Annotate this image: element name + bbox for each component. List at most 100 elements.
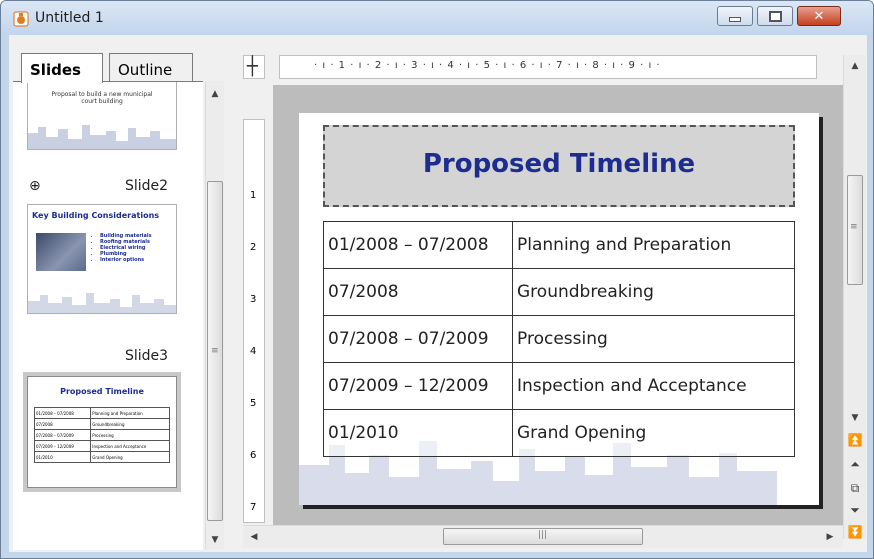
horizontal-ruler[interactable]: · ı · 1 · ı · 2 · ı · 3 · ı · 4 · ı · 5 … xyxy=(279,55,817,79)
app-window: Untitled 1 ✕ Slides Outline Proposal to … xyxy=(0,0,874,559)
tab-slides[interactable]: Slides xyxy=(21,53,103,83)
ruler-mark: 3 xyxy=(250,294,257,305)
table-cell: Grand Opening xyxy=(90,451,170,463)
table-cell: 07/2008 – 07/2009 xyxy=(33,429,92,441)
grip-icon: ≡ xyxy=(211,346,219,356)
ruler-mark: 5 xyxy=(483,60,491,71)
minimize-icon xyxy=(718,7,752,25)
grip-icon: ≡ xyxy=(850,222,858,232)
table-row: 01/2010 Grand Opening xyxy=(323,409,795,457)
ruler-mark: 8 xyxy=(592,60,600,71)
ruler-mark: 4 xyxy=(250,346,257,357)
table-cell: 07/2009 – 12/2009 xyxy=(33,440,92,452)
slide-thumbnail-1[interactable]: Proposal to build a new municipal court … xyxy=(27,82,177,150)
table-cell: 07/2008 xyxy=(33,418,92,430)
slide-2-icon: ⊕ xyxy=(29,178,41,194)
scroll-right-icon[interactable]: ▶ xyxy=(821,528,839,546)
slide-thumbnail-list: Proposal to build a new municipal court … xyxy=(13,81,203,550)
scroll-left-icon[interactable]: ◀ xyxy=(245,528,263,546)
table-cell: 01/2008 – 07/2008 xyxy=(33,407,92,419)
close-button[interactable]: ✕ xyxy=(797,6,841,26)
editor-horizontal-scrollbar[interactable]: ◀ ||| ▶ xyxy=(243,525,843,548)
slide-title: Proposed Timeline xyxy=(422,149,696,179)
slide-3-thumb-table: 01/2008 – 07/2008 Planning and Preparatio… xyxy=(33,407,170,463)
window-title: Untitled 1 xyxy=(35,10,104,26)
ruler-mark: 9 xyxy=(628,60,636,71)
next-slide-icon[interactable]: ⏷ xyxy=(846,501,864,519)
scroll-down-icon[interactable]: ▼ xyxy=(846,409,864,427)
maximize-button[interactable] xyxy=(757,6,793,26)
table-row: 07/2008 Groundbreaking xyxy=(323,268,795,316)
ruler-mark: 1 xyxy=(338,60,347,71)
skyline-image xyxy=(28,125,176,149)
slide-canvas[interactable]: Proposed Timeline 01/2008 – 07/2008 Plan… xyxy=(299,113,819,505)
table-cell-date[interactable]: 07/2008 xyxy=(323,268,513,316)
scroll-up-icon[interactable]: ▲ xyxy=(846,57,864,75)
ruler-mark: 3 xyxy=(411,60,419,71)
table-row: 01/2008 – 07/2008 Planning and Preparatio… xyxy=(33,407,170,419)
table-cell: 01/2010 xyxy=(33,451,92,463)
table-row: 07/2009 – 12/2009 Inspection and Acceptan… xyxy=(33,440,170,452)
tab-outline[interactable]: Outline xyxy=(109,53,193,83)
table-cell-date[interactable]: 01/2010 xyxy=(323,409,513,457)
slide-2-label: Slide2 xyxy=(125,178,169,194)
scroll-thumb[interactable]: ≡ xyxy=(847,175,863,285)
scroll-thumb[interactable]: ||| xyxy=(443,528,643,545)
close-icon: ✕ xyxy=(813,8,825,24)
panel-tabs: Slides Outline xyxy=(13,39,231,83)
tab-outline-label: Outline xyxy=(118,61,173,79)
crosshair-icon: ┼ xyxy=(247,56,258,77)
table-row: 07/2008 – 07/2009 Processing xyxy=(323,315,795,363)
scroll-thumb[interactable]: ≡ xyxy=(207,181,223,521)
editor-vertical-scrollbar[interactable]: ▲ ≡ ▼ ⏫ ⏶ ⧉ ⏷ ⏬ xyxy=(843,55,866,539)
ruler-mark: 6 xyxy=(519,60,528,71)
scroll-up-icon[interactable]: ▲ xyxy=(206,85,224,103)
table-row: 07/2008 Groundbreaking xyxy=(33,418,170,430)
table-cell-date[interactable]: 07/2009 – 12/2009 xyxy=(323,362,513,410)
table-cell-task[interactable]: Processing xyxy=(512,315,795,363)
ruler-mark: 6 xyxy=(250,450,257,461)
ruler-mark: 2 xyxy=(250,242,257,253)
table-row: 07/2009 – 12/2009 Inspection and Accepta… xyxy=(323,362,795,410)
timeline-table[interactable]: 01/2008 – 07/2008 Planning and Preparati… xyxy=(323,221,795,457)
thumbnail-scrollbar[interactable]: ▲ ≡ ▼ xyxy=(205,81,224,549)
table-cell: Processing xyxy=(90,429,170,441)
navigator-icon[interactable]: ⧉ xyxy=(846,479,864,497)
previous-slide-icon[interactable]: ⏶ xyxy=(846,455,864,473)
slide-editor[interactable]: Proposed Timeline 01/2008 – 07/2008 Plan… xyxy=(273,85,843,525)
ruler-corner[interactable]: ┼ xyxy=(243,55,265,79)
ruler-mark: 7 xyxy=(250,502,257,513)
slide-2-thumb-photo xyxy=(36,233,86,271)
table-cell-task[interactable]: Groundbreaking xyxy=(512,268,795,316)
tab-slides-label: Slides xyxy=(30,61,81,79)
slide-title-placeholder[interactable]: Proposed Timeline xyxy=(323,125,795,207)
table-cell-task[interactable]: Inspection and Acceptance xyxy=(512,362,795,410)
table-cell: Planning and Preparation xyxy=(90,407,170,419)
bullet-item: Interior options xyxy=(100,257,152,263)
vertical-ruler[interactable]: 1 2 3 4 5 6 7 xyxy=(243,119,265,523)
slide-3-label: Slide3 xyxy=(125,348,169,364)
table-cell-task[interactable]: Planning and Preparation xyxy=(512,221,795,269)
slide-thumbnail-3[interactable]: Proposed Timeline 01/2008 – 07/2008 Plann… xyxy=(27,376,177,488)
table-cell: Groundbreaking xyxy=(90,418,170,430)
slide-3-thumb-title: Proposed Timeline xyxy=(60,387,144,396)
ruler-mark: 1 xyxy=(250,190,257,201)
ruler-mark: 7 xyxy=(556,60,564,71)
table-row: 01/2008 – 07/2008 Planning and Preparati… xyxy=(323,221,795,269)
table-cell-date[interactable]: 01/2008 – 07/2008 xyxy=(323,221,513,269)
minimize-button[interactable] xyxy=(717,6,753,26)
title-bar[interactable]: Untitled 1 ✕ xyxy=(1,1,873,35)
skyline-image xyxy=(28,293,176,313)
slide-2-thumb-title: Key Building Considerations xyxy=(32,211,160,220)
ruler-marks: · ı · 1 · ı · 2 · ı · 3 · ı · 4 · ı · 5 … xyxy=(314,60,661,71)
last-slide-icon[interactable]: ⏬ xyxy=(846,523,864,541)
ruler-mark: 5 xyxy=(250,398,257,409)
scroll-down-icon[interactable]: ▼ xyxy=(206,531,224,549)
table-cell-date[interactable]: 07/2008 – 07/2009 xyxy=(323,315,513,363)
table-cell-task[interactable]: Grand Opening xyxy=(512,409,795,457)
first-slide-icon[interactable]: ⏫ xyxy=(846,431,864,449)
slide-thumbnail-2[interactable]: Key Building Considerations Building mat… xyxy=(27,204,177,314)
impress-app-icon xyxy=(13,11,29,27)
slide-1-thumb-text: Proposal to build a new municipal court … xyxy=(51,91,153,105)
ruler-mark: 4 xyxy=(447,60,455,71)
